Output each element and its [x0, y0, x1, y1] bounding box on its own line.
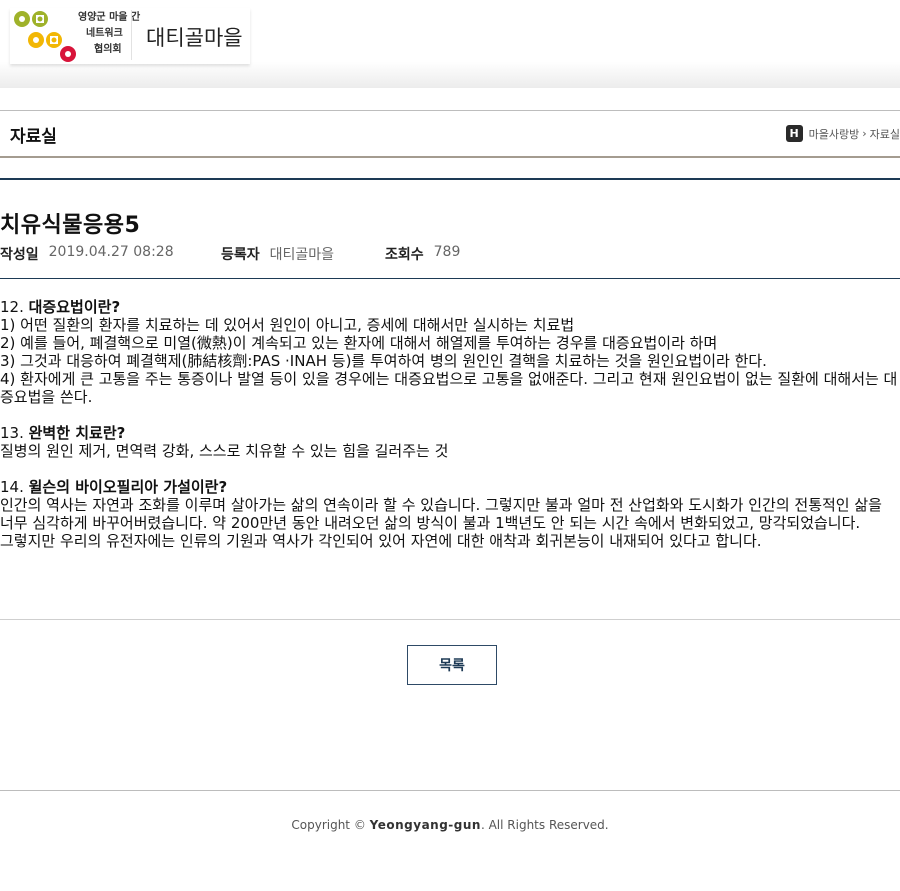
- meta-views-value: 789: [433, 244, 461, 260]
- content-line: 4) 환자에게 큰 고통을 주는 통증이나 발열 등이 있을 경우에는 대증요법…: [0, 370, 898, 406]
- meta-author: 등록자 대티골마을: [221, 244, 385, 264]
- content-line: 인간의 역사는 자연과 조화를 이루며 살아가는 삶의 연속이라 할 수 있습니…: [0, 496, 882, 532]
- content-heading-12: 12. 대증요법이란?: [0, 298, 121, 316]
- meta-author-label: 등록자: [221, 247, 260, 263]
- village-name: 대티골마을: [146, 26, 243, 50]
- footer-brand: Yeongyang-gun: [369, 818, 481, 832]
- list-button[interactable]: 목록: [407, 645, 497, 685]
- post-meta-divider: [0, 278, 900, 279]
- post-content: 12. 대증요법이란? 1) 어떤 질환의 환자를 치료하는 데 있어서 원인이…: [0, 298, 900, 550]
- logo-divider: [131, 10, 132, 60]
- meta-date-label: 작성일: [0, 247, 39, 263]
- meta-views-label: 조회수: [385, 247, 424, 263]
- content-line: 3) 그것과 대응하여 폐결핵제(肺結核劑:PAS ·INAH 등)를 투여하여…: [0, 352, 767, 370]
- section-title: 자료실: [10, 127, 57, 147]
- meta-date: 작성일 2019.04.27 08:28: [0, 244, 221, 264]
- site-header: 영양군 마을 간 네트워크 협의회 대티골마을: [0, 0, 900, 88]
- breadcrumb: H 마을사랑방 › 자료실: [785, 125, 900, 142]
- content-heading-14: 14. 윌슨의 바이오필리아 가설이란?: [0, 478, 228, 496]
- content-line: 그렇지만 우리의 유전자에는 인류의 기원과 역사가 각인되어 있어 자연에 대…: [0, 532, 762, 550]
- home-icon[interactable]: H: [785, 125, 803, 142]
- footer-prefix: Copyright ©: [291, 818, 370, 832]
- meta-date-value: 2019.04.27 08:28: [48, 244, 174, 260]
- meta-author-value: 대티골마을: [269, 247, 335, 263]
- footer-divider: [0, 790, 900, 791]
- post-top-divider: [0, 178, 900, 180]
- footer-copyright: Copyright © Yeongyang-gun. All Rights Re…: [0, 818, 900, 832]
- post-bottom-divider: [0, 619, 900, 620]
- chevron-right-icon: ›: [862, 127, 867, 140]
- footer-suffix: . All Rights Reserved.: [480, 818, 609, 832]
- content-line: 1) 어떤 질환의 환자를 치료하는 데 있어서 원인이 아니고, 증세에 대해…: [0, 316, 575, 334]
- post-title: 치유식물응용5: [0, 213, 141, 238]
- content-line: 질병의 원인 제거, 면역력 강화, 스스로 치유할 수 있는 힘을 길러주는 …: [0, 442, 449, 460]
- content-heading-13: 13. 완벽한 치료란?: [0, 424, 126, 442]
- breadcrumb-item-village-room[interactable]: 마을사랑방: [809, 126, 860, 142]
- logo-link[interactable]: 영양군 마을 간 네트워크 협의회 대티골마을: [10, 8, 250, 64]
- content-line: 2) 예를 들어, 폐결핵으로 미열(微熱)이 계속되고 있는 환자에 대해서 …: [0, 334, 718, 352]
- logo-mark-icon: [14, 11, 76, 62]
- section-bar: 자료실 H 마을사랑방 › 자료실: [0, 110, 900, 158]
- meta-views: 조회수 789: [385, 244, 460, 264]
- post-meta: 작성일 2019.04.27 08:28 등록자 대티골마을 조회수 789: [0, 244, 460, 264]
- breadcrumb-item-archive[interactable]: 자료실: [870, 126, 900, 142]
